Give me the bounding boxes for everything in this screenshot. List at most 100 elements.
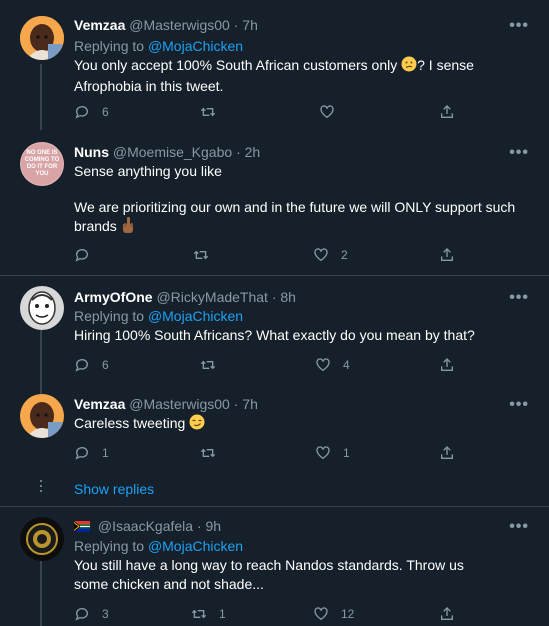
thread-continuation-dots [39,480,43,495]
like-button[interactable]: 4 [315,356,350,374]
tweet-4[interactable]: Vemzaa @Masterwigs00 · 7h ••• Careless t… [0,388,549,506]
share-button[interactable] [439,246,455,264]
replying-to: Replying to @MojaChicken [74,37,243,55]
tweet-text-line: Sense anything you like [74,163,222,179]
share-icon [441,358,453,371]
replying-to: Replying to @MojaChicken [74,537,243,555]
user-handle[interactable]: @Masterwigs00 [129,396,230,412]
display-name[interactable]: ArmyOfOne [74,289,153,305]
avatar[interactable] [20,286,64,330]
reply-count: 1 [102,446,109,460]
tweet-header: Nuns @Moemise_Kgabo · 2h [74,143,260,161]
tweet-header: @IsaacKgafela · 9h [73,517,222,536]
reply-icon [75,608,88,621]
tweet-actions: 3 1 12 [74,605,474,623]
timestamp[interactable]: 2h [245,144,261,160]
tweet-text: Careless tweeting [74,414,524,435]
mention-link[interactable]: @MojaChicken [148,38,243,54]
reply-button[interactable]: 1 [74,444,109,462]
retweet-icon [193,250,209,260]
more-options-button[interactable]: ••• [509,145,529,161]
tweet-actions: 1 1 [74,444,474,462]
replying-prefix: Replying to [74,538,148,554]
like-button[interactable]: 12 [313,605,354,623]
retweet-count: 1 [219,607,226,621]
reply-icon [75,106,88,119]
more-options-button[interactable]: ••• [509,397,529,413]
like-count: 12 [341,607,355,621]
retweet-button[interactable] [193,246,221,264]
user-handle[interactable]: @Moemise_Kgabo [113,144,232,160]
avatar[interactable] [20,517,64,561]
reply-icon [75,447,88,460]
avatar[interactable]: NO ONE IS COMING TO DO IT FOR YOU [20,142,64,186]
avatar[interactable] [20,394,64,438]
tweet-text-part: We are prioritizing our own and in the f… [74,199,516,234]
show-replies-link[interactable]: Show replies [74,481,154,497]
like-button[interactable] [319,103,347,121]
more-options-button[interactable]: ••• [509,290,529,306]
reply-count: 6 [102,358,109,372]
heart-icon [316,446,330,460]
avatar[interactable] [20,16,64,60]
confused-face-icon [401,56,417,77]
share-button[interactable] [439,605,455,623]
heart-icon [314,607,328,621]
thread-line [40,64,42,130]
user-handle[interactable]: @Masterwigs00 [129,17,230,33]
like-button[interactable]: 1 [315,444,350,462]
tweet-2[interactable]: NO ONE IS COMING TO DO IT FOR YOU Nuns @… [0,130,549,275]
reply-button[interactable]: 6 [74,103,109,121]
share-icon [441,248,453,261]
tweet-3[interactable]: ArmyOfOne @RickyMadeThat · 8h ••• Replyi… [0,276,549,388]
share-icon [441,446,453,459]
more-options-button[interactable]: ••• [509,18,529,34]
smirking-face-icon [189,414,205,435]
tweet-header: Vemzaa @Masterwigs00 · 7h [74,16,258,34]
retweet-icon [200,360,216,370]
display-name[interactable]: Nuns [74,144,109,160]
mention-link[interactable]: @MojaChicken [148,308,243,324]
timestamp[interactable]: 7h [242,396,258,412]
share-button[interactable] [439,356,455,374]
heart-icon [314,248,328,262]
tweet-actions: 6 [74,103,474,121]
retweet-icon [191,609,207,619]
tweet-5[interactable]: @IsaacKgafela · 9h ••• Replying to @Moja… [0,507,549,626]
reply-button[interactable] [74,246,102,264]
thread-line [40,330,42,388]
tweet-text-part: Careless tweeting [74,415,190,431]
user-handle[interactable]: @IsaacKgafela [98,518,193,534]
reply-icon [75,359,88,372]
replying-prefix: Replying to [74,308,148,324]
timestamp[interactable]: 9h [206,518,222,534]
reply-icon [75,249,88,262]
tweet-text-part: You only accept 100% South African custo… [74,57,402,73]
share-button[interactable] [439,444,455,462]
retweet-button[interactable] [200,444,228,462]
display-name[interactable]: Vemzaa [74,17,125,33]
retweet-button[interactable] [200,103,228,121]
separator-dot: · [233,396,239,412]
share-icon [441,105,453,118]
reply-button[interactable]: 3 [74,605,109,623]
timestamp[interactable]: 8h [280,289,296,305]
reply-count: 6 [102,105,109,119]
tweet-text: You still have a long way to reach Nando… [74,557,464,592]
south-africa-flag-icon [73,518,90,536]
reply-button[interactable]: 6 [74,356,109,374]
timestamp[interactable]: 7h [242,17,258,33]
like-count: 1 [343,446,350,460]
separator-dot: · [233,17,239,33]
retweet-button[interactable]: 1 [191,605,226,623]
like-button[interactable]: 2 [313,246,348,264]
separator-dot: · [236,144,241,160]
more-options-button[interactable]: ••• [509,519,529,535]
display-name[interactable]: Vemzaa [74,396,125,412]
user-handle[interactable]: @RickyMadeThat [156,289,267,305]
share-button[interactable] [439,103,455,121]
mention-link[interactable]: @MojaChicken [148,538,243,554]
tweet-1[interactable]: Vemzaa @Masterwigs00 · 7h ••• Replying t… [0,0,549,130]
tweet-header: Vemzaa @Masterwigs00 · 7h [74,395,258,413]
retweet-button[interactable] [200,356,228,374]
